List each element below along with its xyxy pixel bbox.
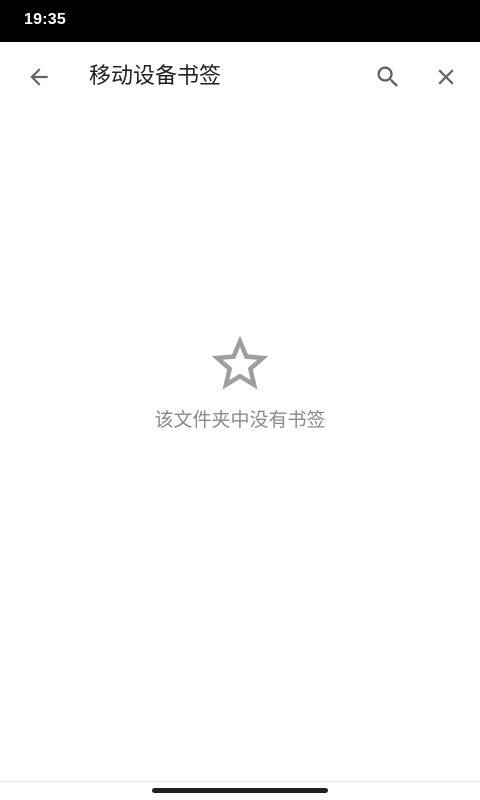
search-button[interactable] bbox=[365, 54, 411, 100]
home-indicator[interactable] bbox=[152, 788, 328, 793]
bottom-divider bbox=[0, 781, 480, 782]
empty-state: 该文件夹中没有书签 bbox=[0, 330, 480, 434]
status-bar: 19:35 bbox=[0, 0, 480, 42]
arrow-back-icon bbox=[30, 68, 48, 86]
close-button[interactable] bbox=[423, 54, 469, 100]
status-time: 19:35 bbox=[24, 11, 66, 28]
app-bar: 移动设备书签 bbox=[0, 42, 480, 112]
empty-message: 该文件夹中没有书签 bbox=[154, 409, 326, 431]
star-outline-icon bbox=[211, 335, 269, 390]
close-icon bbox=[438, 69, 454, 85]
back-button[interactable] bbox=[16, 54, 62, 100]
bookmarks-screen: 19:35 移动设备书签 该文件夹中没有书签 bbox=[0, 0, 480, 800]
search-icon bbox=[377, 66, 398, 87]
page-title: 移动设备书签 bbox=[89, 64, 222, 89]
